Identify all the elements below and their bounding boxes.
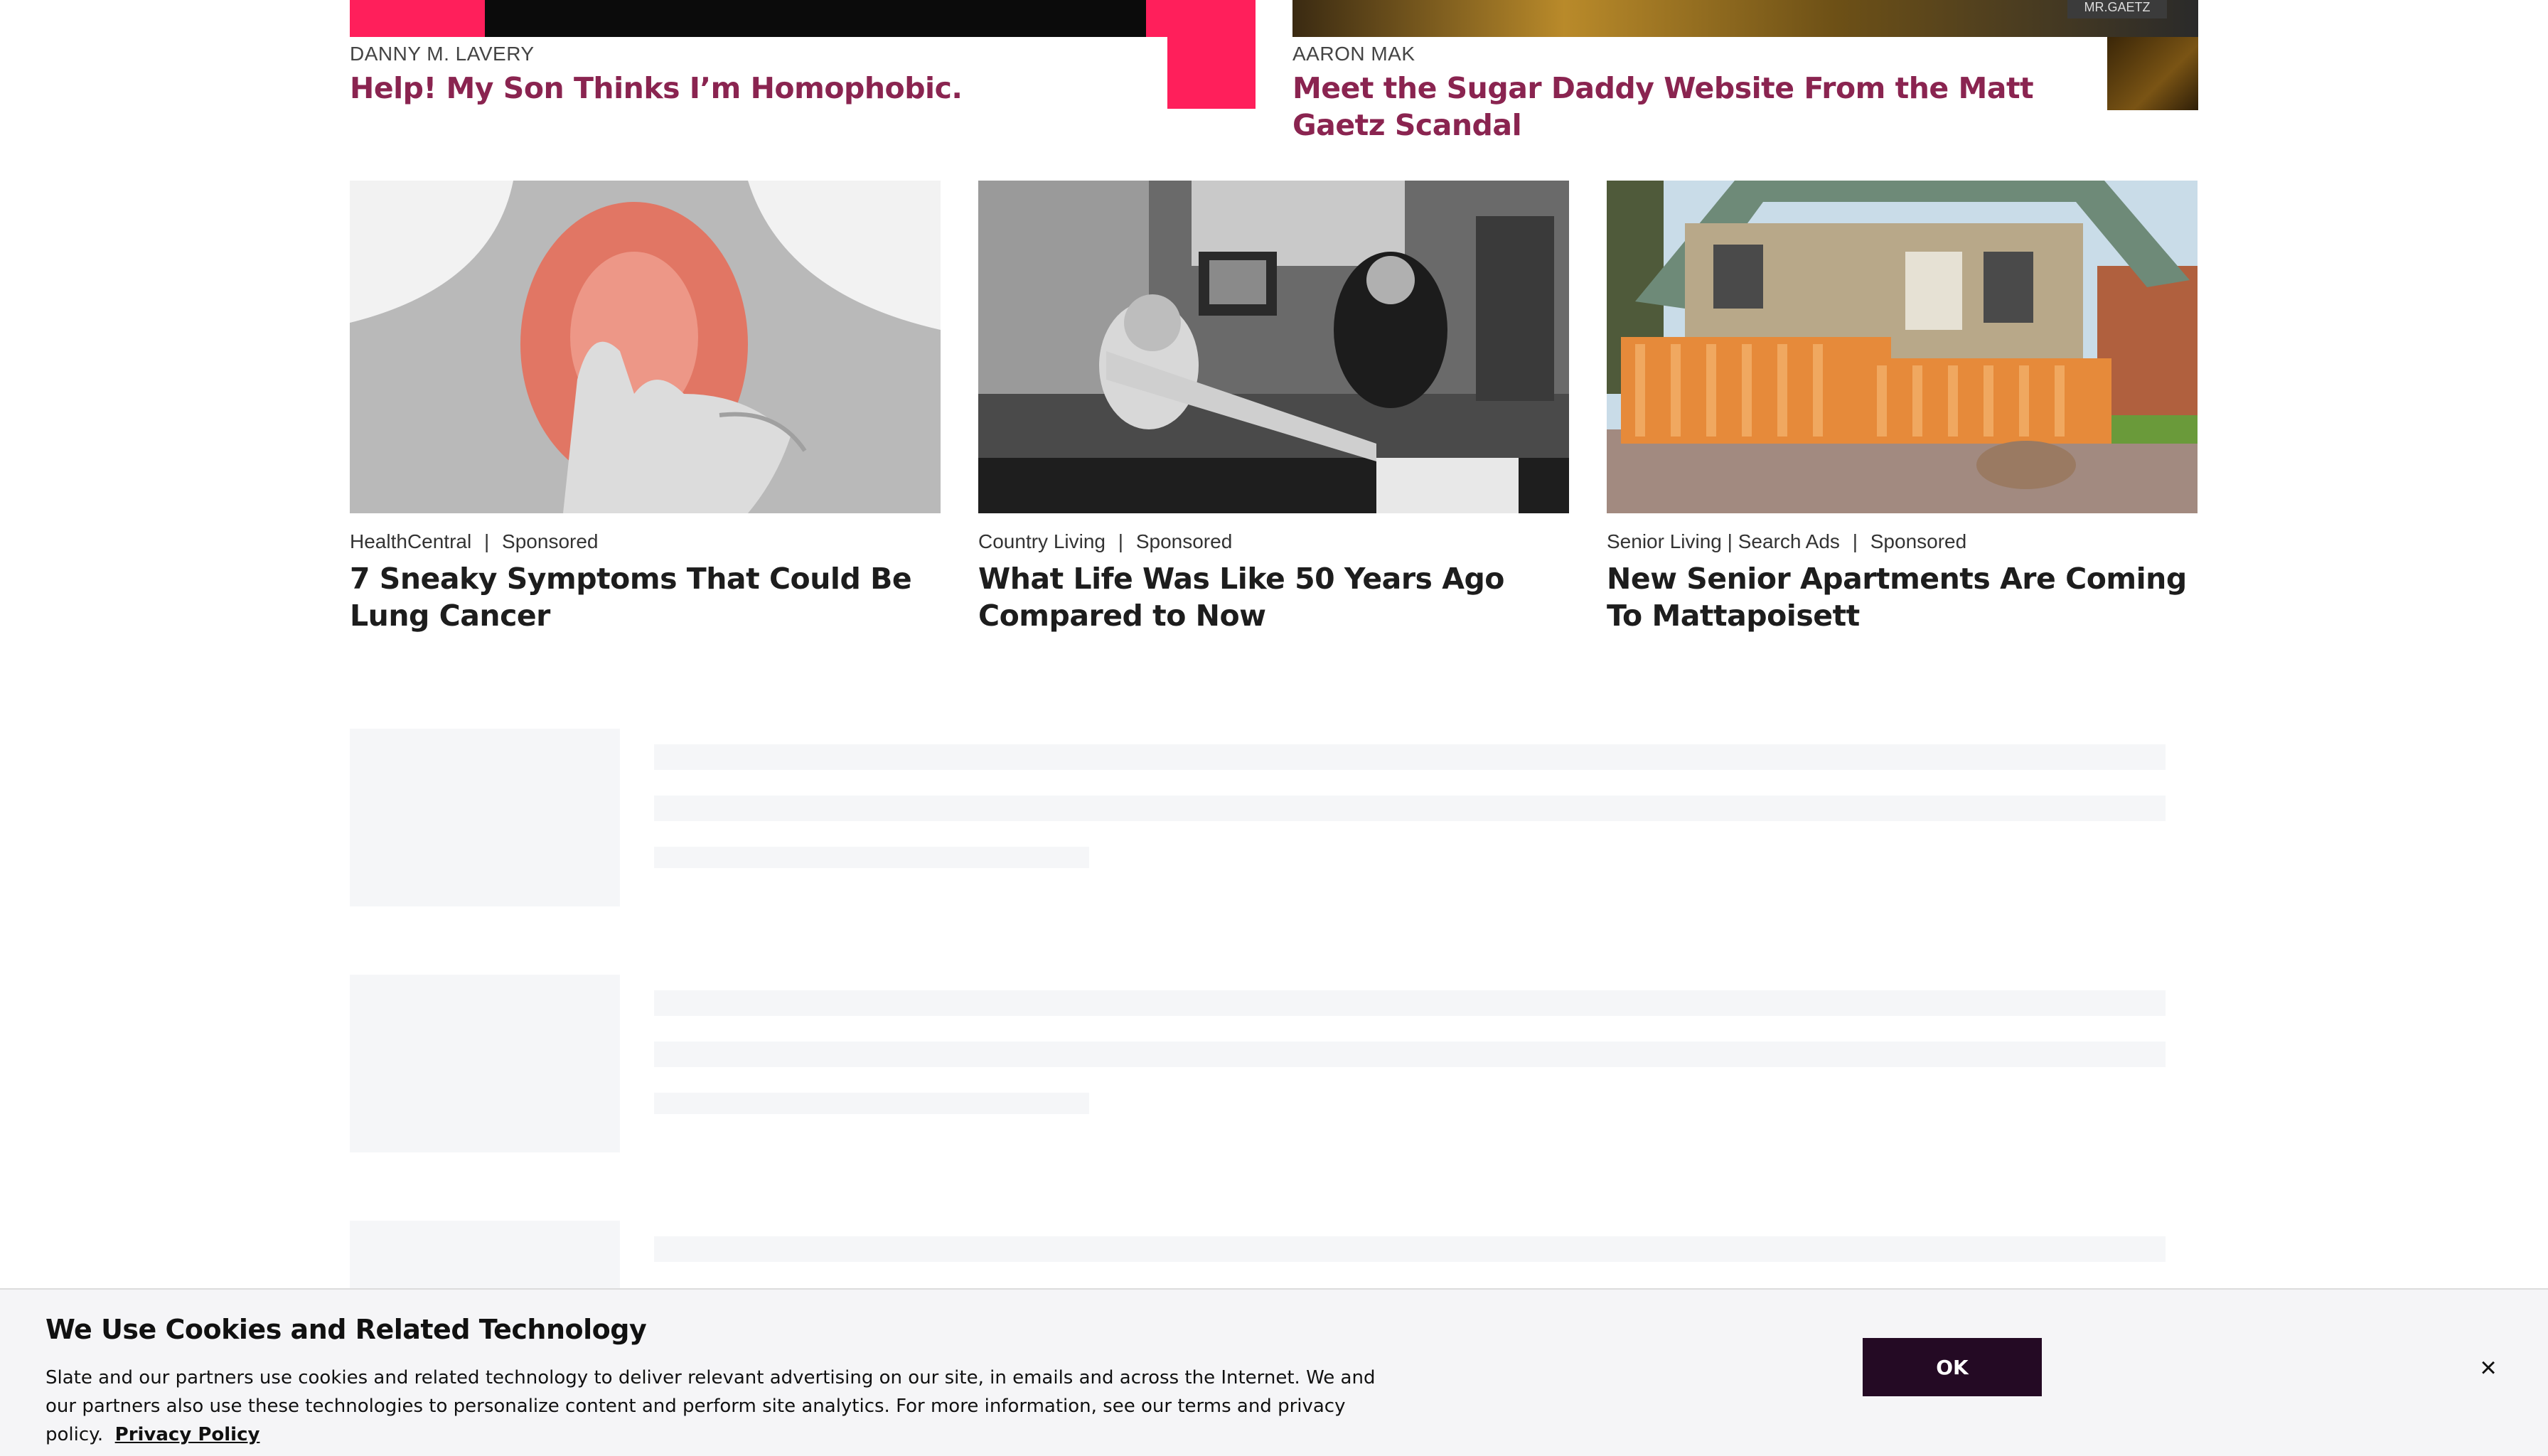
- sponsor-name: Senior Living | Search Ads: [1607, 530, 1840, 552]
- story-author: DANNY M. LAVERY: [350, 43, 535, 65]
- image-light-region: [1292, 0, 2198, 37]
- separator: |: [1118, 530, 1124, 552]
- skeleton-line: [654, 796, 2166, 821]
- skeleton-thumbnail: [350, 975, 620, 1152]
- sponsor-name: Country Living: [978, 530, 1106, 552]
- sponsored-image-throat[interactable]: [350, 181, 941, 513]
- separator: |: [1852, 530, 1858, 552]
- cottage-photo: [1607, 181, 2198, 513]
- close-icon[interactable]: ×: [2474, 1352, 2502, 1383]
- cookie-banner-title: We Use Cookies and Related Technology: [46, 1314, 647, 1345]
- sponsored-image-vintage[interactable]: [978, 181, 1569, 513]
- sponsored-headline-link[interactable]: 7 Sneaky Symptoms That Could Be Lung Can…: [350, 560, 941, 634]
- sponsored-image-cottage[interactable]: [1607, 181, 2198, 513]
- image-sign-text: MR.GAETZ: [2067, 0, 2167, 18]
- cookie-banner-text: Slate and our partners use cookies and r…: [46, 1364, 1396, 1449]
- story-headline-link[interactable]: Help! My Son Thinks I’m Homophobic.: [350, 70, 1132, 107]
- vintage-photo: [978, 181, 1569, 513]
- sponsor-source: Country Living | Sponsored: [978, 530, 1232, 553]
- sponsored-headline-link[interactable]: What Life Was Like 50 Years Ago Compared…: [978, 560, 1569, 634]
- story-headline-link[interactable]: Meet the Sugar Daddy Website From the Ma…: [1292, 70, 2096, 144]
- skeleton-line: [654, 990, 2166, 1016]
- sponsored-label: Sponsored: [1135, 530, 1233, 552]
- skeleton-line: [654, 1042, 2166, 1067]
- separator: |: [483, 530, 490, 552]
- skeleton-line: [654, 744, 2166, 770]
- skeleton-line: [654, 1236, 2166, 1262]
- sponsored-label: Sponsored: [1870, 530, 1967, 552]
- skeleton-thumbnail: [350, 729, 620, 906]
- skeleton-line: [654, 847, 1089, 868]
- throat-illustration: [350, 181, 941, 513]
- image-corner: [2107, 37, 2198, 110]
- image-dark-region: [485, 0, 1146, 37]
- cookie-ok-button[interactable]: OK: [1863, 1338, 2042, 1396]
- privacy-policy-link[interactable]: Privacy Policy: [115, 1424, 260, 1445]
- sponsor-name: HealthCentral: [350, 530, 472, 552]
- sponsor-source: Senior Living | Search Ads | Sponsored: [1607, 530, 1966, 553]
- sponsored-label: Sponsored: [502, 530, 599, 552]
- skeleton-thumbnail: [350, 1221, 620, 1292]
- sponsored-headline-link[interactable]: New Senior Apartments Are Coming To Matt…: [1607, 560, 2198, 634]
- story-author: AARON MAK: [1292, 43, 1415, 65]
- skeleton-line: [654, 1093, 1089, 1114]
- sponsor-source: HealthCentral | Sponsored: [350, 530, 598, 553]
